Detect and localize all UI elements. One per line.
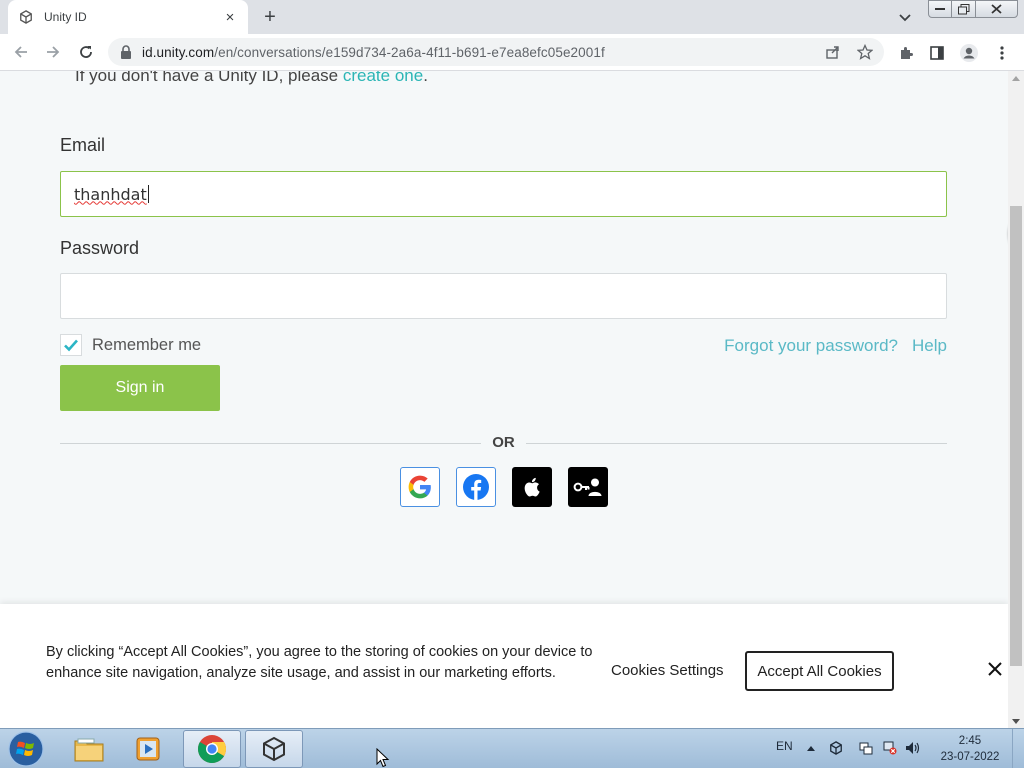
taskbar-chrome[interactable]	[183, 730, 241, 768]
help-links: Forgot your password? Help	[724, 336, 947, 356]
windows-logo-icon	[8, 731, 44, 767]
cookie-notice-text: By clicking “Accept All Cookies”, you ag…	[46, 644, 593, 681]
signup-prompt: If you don't have a Unity ID, please cre…	[75, 71, 428, 86]
apple-signin-button[interactable]	[512, 467, 552, 507]
email-label: Email	[60, 135, 106, 155]
help-link[interactable]: Help	[912, 336, 947, 356]
lock-icon[interactable]	[120, 45, 134, 59]
tab-title: Unity ID	[44, 10, 87, 24]
taskbar-media-player[interactable]	[121, 730, 179, 768]
side-panel-icon[interactable]	[926, 42, 948, 64]
facebook-icon	[463, 474, 489, 500]
cookies-settings-button[interactable]: Cookies Settings	[611, 662, 724, 679]
address-bar[interactable]: id.unity.com/en/conversations/e159d734-2…	[108, 38, 884, 66]
url-text: id.unity.com/en/conversations/e159d734-2…	[142, 44, 605, 60]
sso-signin-button[interactable]	[568, 467, 608, 507]
profile-avatar-icon[interactable]	[958, 42, 980, 64]
remember-checkbox[interactable]	[60, 334, 82, 356]
google-icon	[408, 475, 431, 499]
bookmark-star-icon[interactable]	[855, 42, 875, 62]
or-separator: OR	[492, 434, 515, 451]
facebook-signin-button[interactable]	[456, 467, 496, 507]
unity-icon	[263, 736, 285, 762]
tab-close-icon[interactable]: ×	[222, 9, 238, 26]
remember-label: Remember me	[92, 335, 202, 354]
create-account-link[interactable]: create one	[343, 71, 423, 85]
scrollbar-thumb[interactable]	[1010, 206, 1022, 666]
extensions-puzzle-icon[interactable]	[895, 42, 917, 64]
start-button[interactable]	[6, 730, 46, 768]
unity-favicon-icon	[18, 9, 34, 25]
divider-right	[526, 443, 947, 444]
show-desktop-button[interactable]	[1012, 729, 1024, 768]
key-user-icon	[573, 478, 602, 496]
tab-search-chevron-icon[interactable]	[895, 8, 915, 28]
windows-taskbar: EN 2:45 23-07-2022	[0, 728, 1024, 768]
cookie-banner: By clicking “Accept All Cookies”, you ag…	[0, 604, 1008, 728]
window-minimize-button[interactable]	[928, 0, 952, 18]
email-field[interactable]: thanhdat	[60, 171, 947, 217]
text-caret	[147, 185, 149, 203]
divider-left	[60, 443, 481, 444]
language-indicator[interactable]: EN	[776, 739, 793, 753]
google-signin-button[interactable]	[400, 467, 440, 507]
back-arrow-icon[interactable]	[9, 40, 33, 64]
window-close-button[interactable]	[975, 0, 1018, 18]
email-value: thanhdat	[74, 184, 147, 204]
action-center-icon[interactable]	[858, 740, 874, 756]
mouse-cursor-icon	[376, 748, 390, 768]
chrome-icon	[198, 735, 226, 763]
tab-unity-id[interactable]: Unity ID ×	[8, 0, 248, 34]
scroll-up-arrow-icon[interactable]	[1008, 71, 1024, 85]
network-icon[interactable]	[882, 740, 898, 756]
password-field[interactable]	[60, 273, 947, 319]
login-page: If you don't have a Unity ID, please cre…	[0, 71, 1008, 728]
new-tab-button[interactable]: +	[258, 5, 282, 29]
share-icon[interactable]	[823, 42, 843, 62]
taskbar-unity[interactable]	[245, 730, 303, 768]
sign-in-button[interactable]: Sign in	[60, 365, 220, 411]
scroll-down-arrow-icon[interactable]	[1008, 714, 1024, 728]
reload-icon[interactable]	[74, 40, 98, 64]
forward-arrow-icon[interactable]	[41, 40, 65, 64]
clock-time: 2:45	[958, 735, 982, 747]
remember-me[interactable]: Remember me	[60, 334, 201, 356]
tab-bar: Unity ID × +	[0, 0, 1024, 34]
taskbar-explorer[interactable]	[60, 730, 118, 768]
clock-date: 23-07-2022	[940, 751, 1000, 763]
page-scrollbar[interactable]	[1008, 71, 1024, 728]
tray-expand-arrow-icon[interactable]	[803, 740, 819, 756]
forgot-password-link[interactable]: Forgot your password?	[724, 336, 898, 356]
kebab-menu-icon[interactable]	[991, 42, 1013, 64]
apple-icon	[524, 477, 540, 497]
system-clock[interactable]: 2:45 23-07-2022	[940, 733, 1000, 765]
window-restore-button[interactable]	[951, 0, 976, 18]
browser-toolbar: id.unity.com/en/conversations/e159d734-2…	[0, 34, 1024, 71]
accept-all-cookies-button[interactable]: Accept All Cookies	[745, 651, 894, 691]
folder-icon	[74, 738, 104, 762]
media-player-icon	[136, 737, 160, 761]
unity-tray-icon[interactable]	[828, 740, 844, 756]
password-label: Password	[60, 238, 140, 258]
close-icon[interactable]	[984, 658, 1006, 680]
volume-icon[interactable]	[905, 740, 921, 756]
